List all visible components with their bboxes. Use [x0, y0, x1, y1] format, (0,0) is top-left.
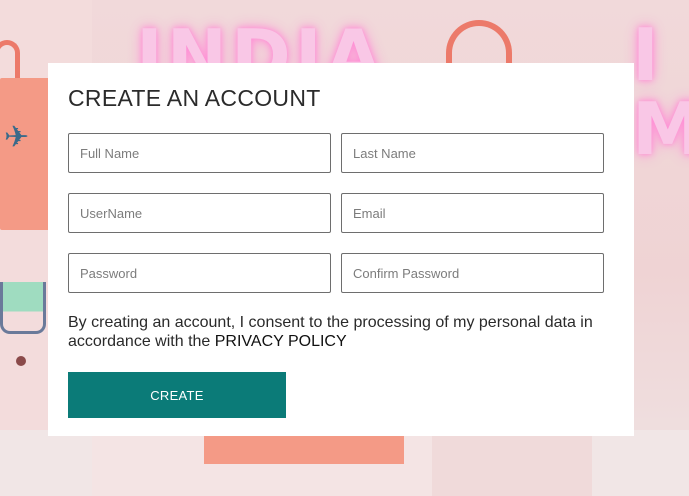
create-account-button[interactable]: CREATE: [68, 372, 286, 418]
confirm-password-input[interactable]: [341, 253, 604, 293]
privacy-policy-link[interactable]: PRIVACY POLICY: [215, 333, 347, 350]
background-platform-right: [432, 436, 592, 496]
password-input[interactable]: [68, 253, 331, 293]
signup-card: CREATE AN ACCOUNT By creating an account…: [48, 63, 634, 436]
email-input[interactable]: [341, 193, 604, 233]
last-name-input[interactable]: [341, 133, 604, 173]
cart-wheel: [16, 356, 26, 366]
signup-form-fields: [68, 133, 604, 293]
username-input[interactable]: [68, 193, 331, 233]
page-title: CREATE AN ACCOUNT: [68, 85, 321, 111]
airplane-icon: ✈: [4, 121, 30, 154]
full-name-input[interactable]: [68, 133, 331, 173]
shopping-cart-icon: [0, 282, 46, 334]
neon-sign-right: IM: [632, 13, 689, 171]
consent-text: By creating an account, I consent to the…: [68, 313, 608, 351]
